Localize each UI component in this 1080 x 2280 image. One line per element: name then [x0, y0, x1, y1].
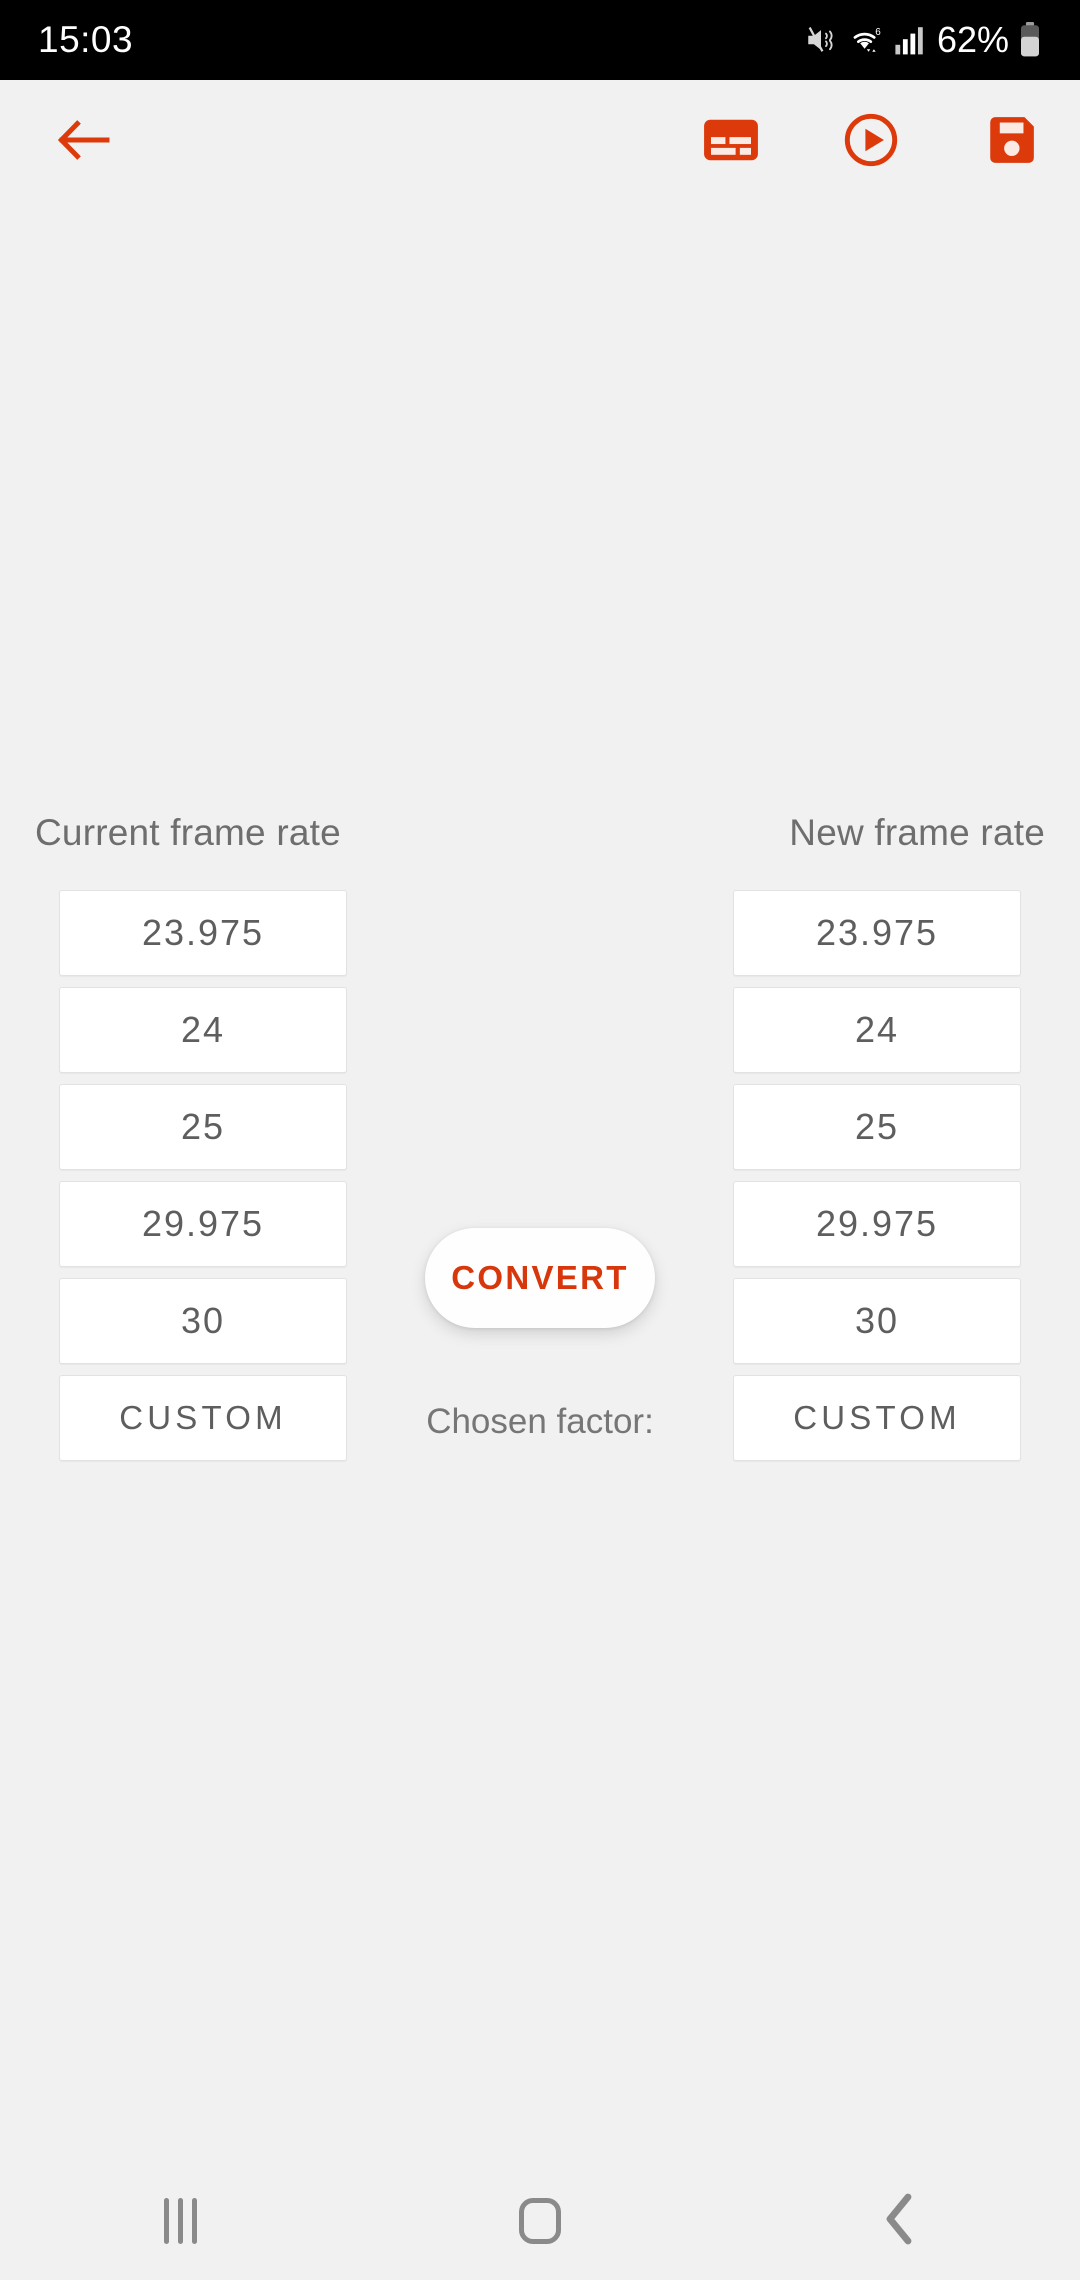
- current-rate-option[interactable]: 23.975: [59, 890, 347, 976]
- app-toolbar: [0, 80, 1080, 200]
- rate-label: 30: [180, 1300, 226, 1341]
- play-button[interactable]: [840, 109, 902, 171]
- rate-label: 30: [854, 1300, 900, 1341]
- main-content: Current frame rate New frame rate 23.975…: [0, 200, 1080, 2160]
- save-button[interactable]: [980, 109, 1042, 171]
- rate-label: 24: [854, 1009, 900, 1050]
- system-navigation-bar: [0, 2162, 1080, 2280]
- new-frame-rate-header: New frame rate: [789, 812, 1045, 853]
- new-rate-custom-option[interactable]: CUSTOM: [733, 1375, 1021, 1461]
- status-clock: 15:03: [38, 19, 134, 60]
- battery-percent-label: 62%: [936, 19, 1009, 60]
- phone-screen: 15:03 6 62% Current frame rate New frame…: [0, 0, 1080, 2280]
- back-button[interactable]: [52, 108, 116, 172]
- rate-label: 23.975: [815, 912, 939, 953]
- rate-label: 24: [180, 1009, 226, 1050]
- nav-back-button[interactable]: [825, 2162, 975, 2280]
- new-rate-option[interactable]: 30: [733, 1278, 1021, 1364]
- subtitle-button[interactable]: [700, 109, 762, 171]
- new-rate-option[interactable]: 29.975: [733, 1181, 1021, 1267]
- svg-text:6: 6: [875, 27, 881, 38]
- home-icon: [519, 2198, 561, 2244]
- current-frame-rate-header: Current frame rate: [35, 812, 341, 853]
- current-rate-option[interactable]: 30: [59, 1278, 347, 1364]
- new-frame-rate-list: 23.975 24 25 29.975 30 CUSTOM: [733, 890, 1021, 1472]
- convert-button-label: CONVERT: [451, 1259, 629, 1296]
- chevron-left-icon: [883, 2193, 917, 2250]
- wifi-icon: 6: [847, 23, 885, 57]
- chosen-factor-label: Chosen factor:: [426, 1402, 654, 1441]
- rate-label: 23.975: [141, 912, 265, 953]
- current-rate-option[interactable]: 29.975: [59, 1181, 347, 1267]
- status-indicators: 6 62%: [804, 19, 1042, 61]
- rate-label: 29.975: [815, 1203, 939, 1244]
- rate-label: 29.975: [141, 1203, 265, 1244]
- new-rate-option[interactable]: 25: [733, 1084, 1021, 1170]
- battery-icon: [1018, 22, 1042, 58]
- rate-label: 25: [180, 1106, 226, 1147]
- rate-label: 25: [854, 1106, 900, 1147]
- rate-label: CUSTOM: [119, 1399, 287, 1436]
- home-button[interactable]: [465, 2162, 615, 2280]
- recents-button[interactable]: [105, 2162, 255, 2280]
- current-frame-rate-list: 23.975 24 25 29.975 30 CUSTOM: [59, 890, 347, 1472]
- recents-icon: [163, 2198, 197, 2244]
- current-rate-option[interactable]: 24: [59, 987, 347, 1073]
- new-rate-option[interactable]: 23.975: [733, 890, 1021, 976]
- new-rate-option[interactable]: 24: [733, 987, 1021, 1073]
- status-bar: 15:03 6 62%: [0, 0, 1080, 80]
- mute-icon: [804, 23, 838, 57]
- convert-button[interactable]: CONVERT: [425, 1228, 655, 1328]
- signal-icon: [894, 24, 924, 56]
- rate-label: CUSTOM: [793, 1399, 961, 1436]
- current-rate-custom-option[interactable]: CUSTOM: [59, 1375, 347, 1461]
- toolbar-actions: [700, 109, 1042, 171]
- current-rate-option[interactable]: 25: [59, 1084, 347, 1170]
